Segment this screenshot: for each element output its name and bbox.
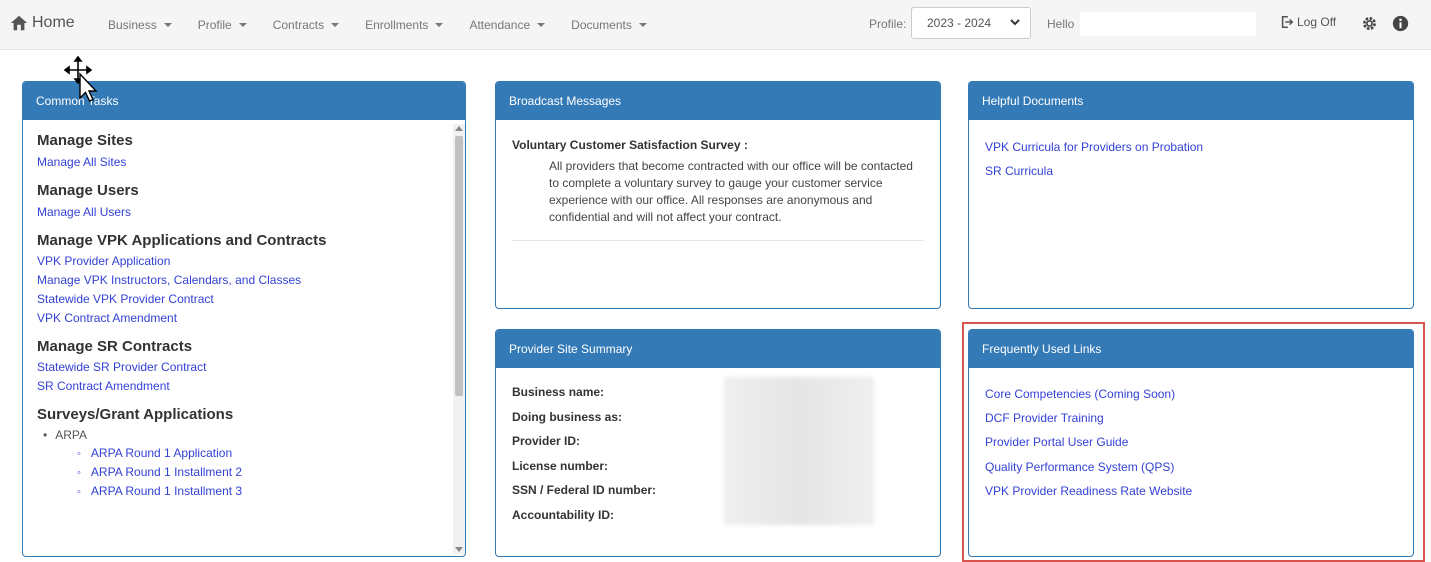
list-item: ARPA Round 1 Application xyxy=(77,444,449,463)
nav-item-label: Contracts xyxy=(272,18,325,32)
helpful-documents-title: Helpful Documents xyxy=(969,82,1413,120)
common-tasks-scrollbar[interactable] xyxy=(453,124,465,554)
survey-list: ARPA ARPA Round 1 Application ARPA Round… xyxy=(43,426,449,501)
profile-year-label: Profile: xyxy=(869,17,907,31)
nav-menu: Business Profile Contracts Enrollments A… xyxy=(108,18,673,32)
common-tasks-panel: Common Tasks Manage Sites Manage All Sit… xyxy=(22,81,466,557)
broadcast-message-title: Voluntary Customer Satisfaction Survey : xyxy=(512,138,748,152)
nav-documents-dropdown[interactable]: Documents xyxy=(571,18,647,32)
user-name-redacted xyxy=(1080,12,1256,36)
list-item: ARPA Round 1 Installment 2 xyxy=(77,463,449,482)
list-item: ARPA Round 1 Installment 3 xyxy=(77,482,449,501)
profile-year-select[interactable]: 2023 - 2024 xyxy=(911,7,1031,39)
hello-label: Hello xyxy=(1047,17,1075,31)
link-manage-vpk-instructors[interactable]: Manage VPK Instructors, Calendars, and C… xyxy=(37,271,449,290)
link-manage-all-sites[interactable]: Manage All Sites xyxy=(37,152,449,172)
link-vpk-provider-application[interactable]: VPK Provider Application xyxy=(37,252,449,271)
arpa-sublist: ARPA Round 1 Application ARPA Round 1 In… xyxy=(77,444,449,501)
scroll-up-arrow-icon[interactable] xyxy=(455,126,463,131)
link-arpa-application[interactable]: ARPA Round 1 Application xyxy=(91,444,232,463)
caret-down-icon xyxy=(238,23,247,27)
nav-business-dropdown[interactable]: Business xyxy=(108,18,172,32)
caret-down-icon xyxy=(435,23,444,27)
link-arpa-installment-2[interactable]: ARPA Round 1 Installment 2 xyxy=(91,463,242,482)
nav-item-label: Enrollments xyxy=(365,18,429,32)
broadcast-messages-panel: Broadcast Messages Voluntary Customer Sa… xyxy=(495,81,941,309)
provider-site-summary-panel: Provider Site Summary Business name: Doi… xyxy=(495,329,941,557)
nav-item-label: Business xyxy=(108,18,157,32)
provider-site-summary-title: Provider Site Summary xyxy=(496,330,940,368)
caret-down-icon xyxy=(163,23,172,27)
nav-home-link[interactable]: Home xyxy=(10,14,75,32)
common-tasks-body: Manage Sites Manage All Sites Manage Use… xyxy=(23,120,465,556)
helpful-documents-body: VPK Curricula for Providers on Probation… xyxy=(969,120,1413,198)
nav-home-label: Home xyxy=(32,14,75,31)
divider xyxy=(512,240,924,241)
link-vpk-contract-amendment[interactable]: VPK Contract Amendment xyxy=(37,309,449,328)
provider-site-summary-body: Business name: Doing business as: Provid… xyxy=(496,368,940,539)
top-navbar: Home Business Profile Contracts Enrollme… xyxy=(0,0,1431,50)
home-icon xyxy=(10,15,28,31)
nav-item-label: Documents xyxy=(571,18,632,32)
chevron-down-icon xyxy=(1010,19,1020,26)
nav-profile-dropdown[interactable]: Profile xyxy=(198,18,247,32)
broadcast-title: Broadcast Messages xyxy=(496,82,940,120)
link-sr-contract-amendment[interactable]: SR Contract Amendment xyxy=(37,377,449,396)
caret-down-icon xyxy=(537,23,546,27)
gear-icon[interactable] xyxy=(1361,15,1378,32)
section-heading-users: Manage Users xyxy=(37,182,139,199)
caret-down-icon xyxy=(638,23,647,27)
section-heading-vpk: Manage VPK Applications and Contracts xyxy=(37,232,327,249)
survey-group-label: ARPA xyxy=(55,428,87,442)
logoff-label: Log Off xyxy=(1297,15,1337,29)
link-sr-curricula[interactable]: SR Curricula xyxy=(985,159,1397,183)
redacted-values xyxy=(724,377,874,525)
helpful-documents-panel: Helpful Documents VPK Curricula for Prov… xyxy=(968,81,1414,309)
section-heading-sites: Manage Sites xyxy=(37,132,133,149)
scroll-down-arrow-icon[interactable] xyxy=(455,547,463,552)
link-manage-all-users[interactable]: Manage All Users xyxy=(37,202,449,222)
nav-item-label: Attendance xyxy=(469,18,531,32)
link-statewide-sr-contract[interactable]: Statewide SR Provider Contract xyxy=(37,358,449,377)
highlight-box xyxy=(962,322,1425,562)
survey-group-arpa: ARPA ARPA Round 1 Application ARPA Round… xyxy=(43,426,449,501)
section-heading-sr: Manage SR Contracts xyxy=(37,338,193,355)
scroll-thumb[interactable] xyxy=(455,136,463,396)
caret-down-icon xyxy=(331,23,340,27)
move-cursor-icon xyxy=(63,56,98,102)
nav-contracts-dropdown[interactable]: Contracts xyxy=(272,18,340,32)
link-arpa-installment-3[interactable]: ARPA Round 1 Installment 3 xyxy=(91,482,242,501)
link-vpk-curricula-probation[interactable]: VPK Curricula for Providers on Probation xyxy=(985,135,1397,159)
link-statewide-vpk-contract[interactable]: Statewide VPK Provider Contract xyxy=(37,290,449,309)
nav-attendance-dropdown[interactable]: Attendance xyxy=(469,18,546,32)
logoff-icon xyxy=(1281,15,1294,29)
broadcast-message-text: All providers that become contracted wit… xyxy=(549,159,913,224)
info-icon[interactable] xyxy=(1392,15,1409,32)
nav-item-label: Profile xyxy=(197,18,232,32)
profile-year-value: 2023 - 2024 xyxy=(927,16,992,30)
section-heading-surveys: Surveys/Grant Applications xyxy=(37,406,234,423)
broadcast-body: Voluntary Customer Satisfaction Survey :… xyxy=(496,120,940,241)
logoff-link[interactable]: Log Off xyxy=(1280,15,1336,29)
nav-enrollments-dropdown[interactable]: Enrollments xyxy=(365,18,444,32)
